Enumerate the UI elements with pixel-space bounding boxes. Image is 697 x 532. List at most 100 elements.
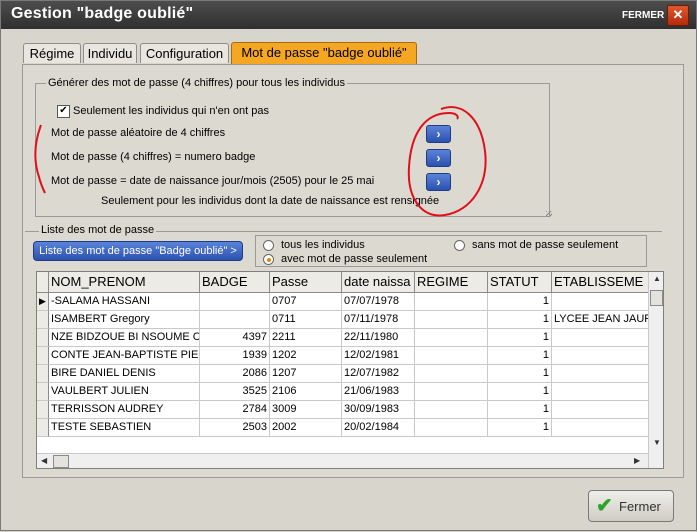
table-row[interactable]: ▶ -SALAMA HASSANI 0707 07/07/1978 1 <box>37 293 649 311</box>
cell-date-naissance[interactable]: 12/07/1982 <box>342 365 415 383</box>
cell-etablissement[interactable] <box>552 347 649 365</box>
cell-passe[interactable]: 2106 <box>270 383 342 401</box>
table-row[interactable]: NZE BIDZOUE BI NSOUME Co 4397 2211 22/11/19… <box>37 329 649 347</box>
cell-date-naissance[interactable]: 22/11/1980 <box>342 329 415 347</box>
row-indicator[interactable] <box>37 347 49 365</box>
table-row[interactable]: TERRISSON AUDREY 2784 3009 30/09/1983 1 <box>37 401 649 419</box>
cell-statut[interactable]: 1 <box>488 311 552 329</box>
cell-nom-prenom[interactable]: TESTE SEBASTIEN <box>49 419 200 437</box>
only-missing-checkbox[interactable]: ✔ <box>57 105 70 118</box>
row-indicator[interactable] <box>37 419 49 437</box>
col-date-naissance[interactable]: date naissa <box>342 272 415 293</box>
cell-badge[interactable] <box>200 293 270 311</box>
cell-regime[interactable] <box>415 401 488 419</box>
cell-etablissement[interactable]: LYCEE JEAN JAUF <box>552 311 649 329</box>
cell-badge[interactable]: 3525 <box>200 383 270 401</box>
tab-configuration[interactable]: Configuration <box>140 43 229 63</box>
row-indicator[interactable] <box>37 383 49 401</box>
cell-passe[interactable]: 1207 <box>270 365 342 383</box>
cell-nom-prenom[interactable]: NZE BIDZOUE BI NSOUME Co <box>49 329 200 347</box>
cell-nom-prenom[interactable]: -SALAMA HASSANI <box>49 293 200 311</box>
close-label[interactable]: FERMER <box>622 10 664 21</box>
cell-etablissement[interactable] <box>552 329 649 347</box>
cell-date-naissance[interactable]: 30/09/1983 <box>342 401 415 419</box>
vertical-scroll-thumb[interactable] <box>650 290 663 306</box>
cell-nom-prenom[interactable]: CONTE JEAN-BAPTISTE PIEF <box>49 347 200 365</box>
cell-badge[interactable]: 1939 <box>200 347 270 365</box>
cell-statut[interactable]: 1 <box>488 383 552 401</box>
cell-statut[interactable]: 1 <box>488 329 552 347</box>
cell-nom-prenom[interactable]: VAULBERT JULIEN <box>49 383 200 401</box>
col-badge[interactable]: BADGE <box>200 272 270 293</box>
cell-etablissement[interactable] <box>552 365 649 383</box>
cell-badge[interactable] <box>200 311 270 329</box>
vertical-scrollbar[interactable]: ▲ ▼ <box>648 272 663 468</box>
cell-nom-prenom[interactable]: TERRISSON AUDREY <box>49 401 200 419</box>
cell-regime[interactable] <box>415 347 488 365</box>
cell-nom-prenom[interactable]: ISAMBERT Gregory <box>49 311 200 329</box>
close-icon[interactable]: ✕ <box>667 5 689 26</box>
table-row[interactable]: TESTE SEBASTIEN 2503 2002 20/02/1984 1 <box>37 419 649 437</box>
cell-passe[interactable]: 0711 <box>270 311 342 329</box>
cell-passe[interactable]: 0707 <box>270 293 342 311</box>
cell-date-naissance[interactable]: 07/11/1978 <box>342 311 415 329</box>
cell-statut[interactable]: 1 <box>488 365 552 383</box>
cell-regime[interactable] <box>415 293 488 311</box>
cell-passe[interactable]: 2211 <box>270 329 342 347</box>
radio-all[interactable] <box>263 240 274 251</box>
cell-regime[interactable] <box>415 365 488 383</box>
generate-badge-button[interactable]: › <box>426 149 451 167</box>
col-statut[interactable]: STATUT <box>488 272 552 293</box>
cell-badge[interactable]: 2784 <box>200 401 270 419</box>
table-row[interactable]: VAULBERT JULIEN 3525 2106 21/06/1983 1 <box>37 383 649 401</box>
cell-etablissement[interactable] <box>552 293 649 311</box>
table-row[interactable]: CONTE JEAN-BAPTISTE PIEF 1939 1202 12/02/19… <box>37 347 649 365</box>
scroll-right-icon[interactable]: ▶ <box>634 456 640 465</box>
cell-date-naissance[interactable]: 21/06/1983 <box>342 383 415 401</box>
current-row-icon[interactable]: ▶ <box>37 293 49 311</box>
cell-passe[interactable]: 3009 <box>270 401 342 419</box>
cell-statut[interactable]: 1 <box>488 347 552 365</box>
cell-date-naissance[interactable]: 20/02/1984 <box>342 419 415 437</box>
cell-etablissement[interactable] <box>552 383 649 401</box>
tab-regime[interactable]: Régime <box>23 43 81 63</box>
row-indicator[interactable] <box>37 329 49 347</box>
scroll-left-icon[interactable]: ◀ <box>41 456 47 465</box>
cell-date-naissance[interactable]: 12/02/1981 <box>342 347 415 365</box>
row-indicator[interactable] <box>37 311 49 329</box>
tab-mot-de-passe[interactable]: Mot de passe "badge oublié" <box>231 42 417 64</box>
cell-statut[interactable]: 1 <box>488 401 552 419</box>
show-list-button[interactable]: Liste des mot de passe "Badge oublié" > <box>33 241 243 261</box>
row-indicator[interactable] <box>37 401 49 419</box>
cell-statut[interactable]: 1 <box>488 419 552 437</box>
col-nom-prenom[interactable]: NOM_PRENOM <box>49 272 200 293</box>
scroll-up-icon[interactable]: ▲ <box>653 274 661 283</box>
table-row[interactable]: BIRE DANIEL DENIS 2086 1207 12/07/1982 1 <box>37 365 649 383</box>
cell-nom-prenom[interactable]: BIRE DANIEL DENIS <box>49 365 200 383</box>
generate-birthdate-button[interactable]: › <box>426 173 451 191</box>
cell-regime[interactable] <box>415 383 488 401</box>
cell-passe[interactable]: 2002 <box>270 419 342 437</box>
fermer-button[interactable]: ✔ Fermer <box>588 490 674 522</box>
cell-regime[interactable] <box>415 419 488 437</box>
cell-regime[interactable] <box>415 329 488 347</box>
col-etablissement[interactable]: ETABLISSEME <box>552 272 649 293</box>
horizontal-scrollbar[interactable]: ◀ ▶ <box>37 453 648 468</box>
cell-badge[interactable]: 2503 <box>200 419 270 437</box>
radio-with[interactable] <box>263 254 274 265</box>
radio-without[interactable] <box>454 240 465 251</box>
col-passe[interactable]: Passe <box>270 272 342 293</box>
cell-badge[interactable]: 2086 <box>200 365 270 383</box>
cell-etablissement[interactable] <box>552 401 649 419</box>
tab-individu[interactable]: Individu <box>83 43 137 63</box>
table-row[interactable]: ISAMBERT Gregory 0711 07/11/1978 1 LYCEE JEA… <box>37 311 649 329</box>
cell-badge[interactable]: 4397 <box>200 329 270 347</box>
cell-etablissement[interactable] <box>552 419 649 437</box>
generate-random-button[interactable]: › <box>426 125 451 143</box>
row-indicator[interactable] <box>37 365 49 383</box>
scroll-down-icon[interactable]: ▼ <box>653 438 661 447</box>
cell-date-naissance[interactable]: 07/07/1978 <box>342 293 415 311</box>
password-table[interactable]: NOM_PRENOM BADGE Passe date naissa REGIM… <box>36 271 664 469</box>
cell-passe[interactable]: 1202 <box>270 347 342 365</box>
cell-regime[interactable] <box>415 311 488 329</box>
